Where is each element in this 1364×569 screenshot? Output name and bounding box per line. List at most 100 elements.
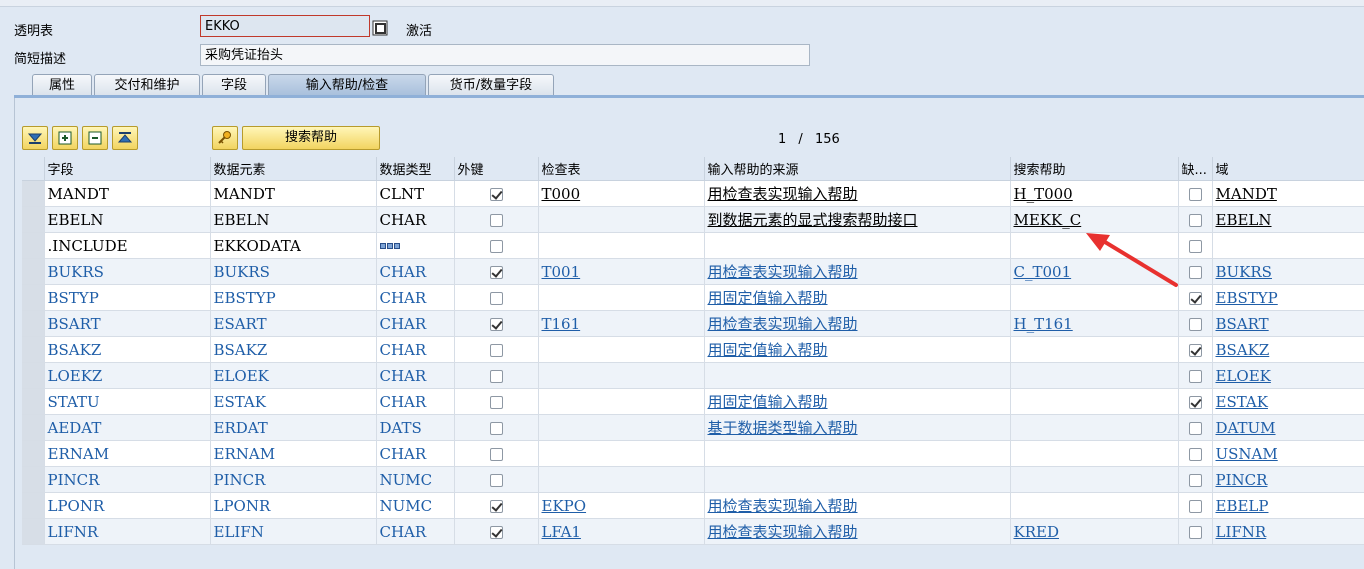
tab-delivery-maintenance[interactable]: 交付和维护: [94, 74, 200, 95]
cell-domain[interactable]: BSART: [1212, 310, 1364, 337]
missing-checkbox[interactable]: [1188, 214, 1202, 227]
foreign-key-checkbox[interactable]: [489, 188, 503, 201]
cell-field[interactable]: PINCR: [44, 466, 211, 493]
table-row[interactable]: LPONR LPONR NUMC EKPO 用检查表实现输入帮助 EBELP: [22, 492, 1364, 519]
missing-checkbox[interactable]: [1188, 422, 1202, 435]
cell-field[interactable]: LIFNR: [44, 518, 211, 545]
cell-input-help-source[interactable]: 用检查表实现输入帮助: [704, 518, 1011, 545]
cell-check-table[interactable]: T000: [538, 180, 705, 207]
cell-data-element[interactable]: EBSTYP: [210, 284, 377, 311]
cell-data-element[interactable]: PINCR: [210, 466, 377, 493]
foreign-key-checkbox[interactable]: [489, 292, 503, 305]
cell-domain[interactable]: BUKRS: [1212, 258, 1364, 285]
cell-data-type[interactable]: CHAR: [376, 362, 455, 389]
row-selector[interactable]: [22, 284, 45, 311]
cell-data-element[interactable]: ERNAM: [210, 440, 377, 467]
copy-icon[interactable]: [372, 20, 388, 36]
cell-data-element[interactable]: EKKODATA: [210, 232, 377, 259]
cell-search-help[interactable]: H_T000: [1010, 180, 1179, 207]
table-row[interactable]: LIFNR ELIFN CHAR LFA1 用检查表实现输入帮助 KRED LIFNR: [22, 518, 1364, 545]
cell-search-help[interactable]: [1010, 362, 1179, 389]
cell-data-element[interactable]: ESTAK: [210, 388, 377, 415]
cell-domain[interactable]: EBELP: [1212, 492, 1364, 519]
col-header-data-type[interactable]: 数据类型: [376, 157, 455, 181]
search-help-button[interactable]: 搜索帮助: [242, 126, 380, 150]
missing-checkbox[interactable]: [1188, 318, 1202, 331]
col-header-search-help[interactable]: 搜索帮助: [1010, 157, 1179, 181]
row-selector[interactable]: [22, 258, 45, 285]
foreign-key-checkbox[interactable]: [489, 266, 503, 279]
row-selector[interactable]: [22, 362, 45, 389]
cell-check-table[interactable]: LFA1: [538, 518, 705, 545]
table-name-field[interactable]: EKKO: [200, 15, 370, 37]
cell-search-help[interactable]: KRED: [1010, 518, 1179, 545]
cell-data-element[interactable]: ELOEK: [210, 362, 377, 389]
col-header-foreign-key[interactable]: 外键: [454, 157, 539, 181]
cell-data-element[interactable]: BUKRS: [210, 258, 377, 285]
cell-input-help-source[interactable]: [704, 466, 1011, 493]
cell-field[interactable]: MANDT: [44, 180, 211, 207]
cell-check-table[interactable]: [538, 440, 705, 467]
key-button[interactable]: [212, 126, 238, 150]
cell-field[interactable]: EBELN: [44, 206, 211, 233]
cell-field[interactable]: AEDAT: [44, 414, 211, 441]
foreign-key-checkbox[interactable]: [489, 500, 503, 513]
row-selector[interactable]: [22, 232, 45, 259]
cell-field[interactable]: BSAKZ: [44, 336, 211, 363]
cell-domain[interactable]: DATUM: [1212, 414, 1364, 441]
cell-input-help-source[interactable]: 用检查表实现输入帮助: [704, 492, 1011, 519]
cell-data-type[interactable]: CHAR: [376, 310, 455, 337]
row-selector[interactable]: [22, 414, 45, 441]
foreign-key-checkbox[interactable]: [489, 526, 503, 539]
row-selector[interactable]: [22, 310, 45, 337]
cell-field[interactable]: LOEKZ: [44, 362, 211, 389]
cell-input-help-source[interactable]: [704, 232, 1011, 259]
cell-domain[interactable]: LIFNR: [1212, 518, 1364, 545]
cell-data-element[interactable]: ELIFN: [210, 518, 377, 545]
cell-check-table[interactable]: [538, 362, 705, 389]
cell-field[interactable]: .INCLUDE: [44, 232, 211, 259]
cell-domain[interactable]: BSAKZ: [1212, 336, 1364, 363]
row-selector[interactable]: [22, 492, 45, 519]
cell-domain[interactable]: USNAM: [1212, 440, 1364, 467]
cell-input-help-source[interactable]: 基于数据类型输入帮助: [704, 414, 1011, 441]
cell-data-type[interactable]: CHAR: [376, 518, 455, 545]
cell-check-table[interactable]: T001: [538, 258, 705, 285]
cell-check-table[interactable]: [538, 414, 705, 441]
table-row[interactable]: PINCR PINCR NUMC PINCR: [22, 466, 1364, 493]
cell-domain[interactable]: EBSTYP: [1212, 284, 1364, 311]
cell-search-help[interactable]: H_T161: [1010, 310, 1179, 337]
cell-search-help[interactable]: [1010, 414, 1179, 441]
cell-field[interactable]: BSTYP: [44, 284, 211, 311]
tab-attributes[interactable]: 属性: [32, 74, 92, 95]
col-header-check-table[interactable]: 检查表: [538, 157, 705, 181]
cell-input-help-source[interactable]: 到数据元素的显式搜索帮助接口: [704, 206, 1011, 233]
col-header-domain[interactable]: 域: [1212, 157, 1364, 181]
missing-checkbox[interactable]: [1188, 344, 1202, 357]
cell-data-type[interactable]: CHAR: [376, 258, 455, 285]
cell-check-table[interactable]: EKPO: [538, 492, 705, 519]
cell-data-type[interactable]: CLNT: [376, 180, 455, 207]
col-header-field[interactable]: 字段: [44, 157, 211, 181]
cell-input-help-source[interactable]: 用检查表实现输入帮助: [704, 258, 1011, 285]
cell-domain[interactable]: EBELN: [1212, 206, 1364, 233]
foreign-key-checkbox[interactable]: [489, 448, 503, 461]
cell-input-help-source[interactable]: 用检查表实现输入帮助: [704, 180, 1011, 207]
cell-domain[interactable]: PINCR: [1212, 466, 1364, 493]
short-desc-field[interactable]: 采购凭证抬头: [200, 44, 810, 66]
cell-search-help[interactable]: [1010, 336, 1179, 363]
table-row[interactable]: STATU ESTAK CHAR 用固定值输入帮助 ESTAK: [22, 388, 1364, 415]
cell-data-element[interactable]: ESART: [210, 310, 377, 337]
missing-checkbox[interactable]: [1188, 500, 1202, 513]
row-selector[interactable]: [22, 466, 45, 493]
foreign-key-checkbox[interactable]: [489, 344, 503, 357]
cell-search-help[interactable]: [1010, 440, 1179, 467]
table-row[interactable]: ERNAM ERNAM CHAR USNAM: [22, 440, 1364, 467]
cell-search-help[interactable]: [1010, 388, 1179, 415]
foreign-key-checkbox[interactable]: [489, 422, 503, 435]
cell-data-element[interactable]: MANDT: [210, 180, 377, 207]
cell-data-type[interactable]: DATS: [376, 414, 455, 441]
missing-checkbox[interactable]: [1188, 188, 1202, 201]
table-row[interactable]: BSAKZ BSAKZ CHAR 用固定值输入帮助 BSAKZ: [22, 336, 1364, 363]
tab-currency-quantity[interactable]: 货币/数量字段: [428, 74, 554, 95]
